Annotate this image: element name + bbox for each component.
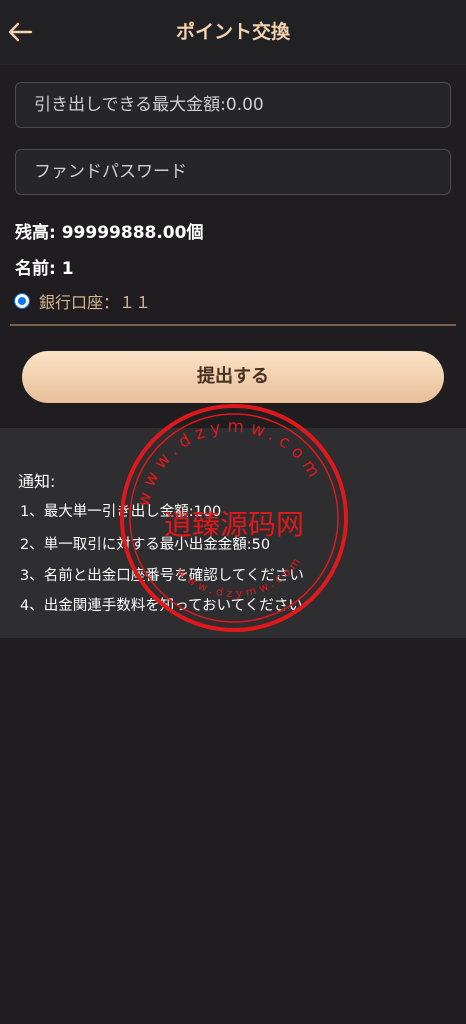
header-bar: ポイント交換 [0, 0, 466, 65]
fund-password-input[interactable]: ファンドパスワード [15, 149, 451, 195]
name-text: 名前: 1 [15, 259, 74, 279]
divider [10, 324, 456, 326]
balance-text: 残高: 99999888.00個 [15, 223, 204, 243]
notice-item: 3、名前と出金口座番号を確認してください [20, 568, 304, 584]
notice-item: 1、最大単一引き出し金額:100 [20, 504, 222, 520]
notice-item: 4、出金関連手数料を知っておいてください [20, 598, 303, 614]
notice-title: 通知: [18, 472, 56, 491]
max-amount-input[interactable]: 引き出しできる最大金額:0.00 [15, 82, 451, 128]
radio-selected-icon[interactable] [14, 293, 30, 309]
notice-panel: 通知: 1、最大単一引き出し金額:100 2、単一取引に対する最小出金金額:50… [0, 428, 466, 638]
submit-button[interactable]: 提出する [22, 351, 444, 403]
notice-item: 2、単一取引に対する最小出金金額:50 [20, 537, 271, 553]
page-title: ポイント交換 [175, 21, 290, 43]
bank-account-option[interactable]: 銀行口座：１１ [14, 290, 152, 312]
bank-account-label: 銀行口座：１１ [39, 293, 152, 312]
